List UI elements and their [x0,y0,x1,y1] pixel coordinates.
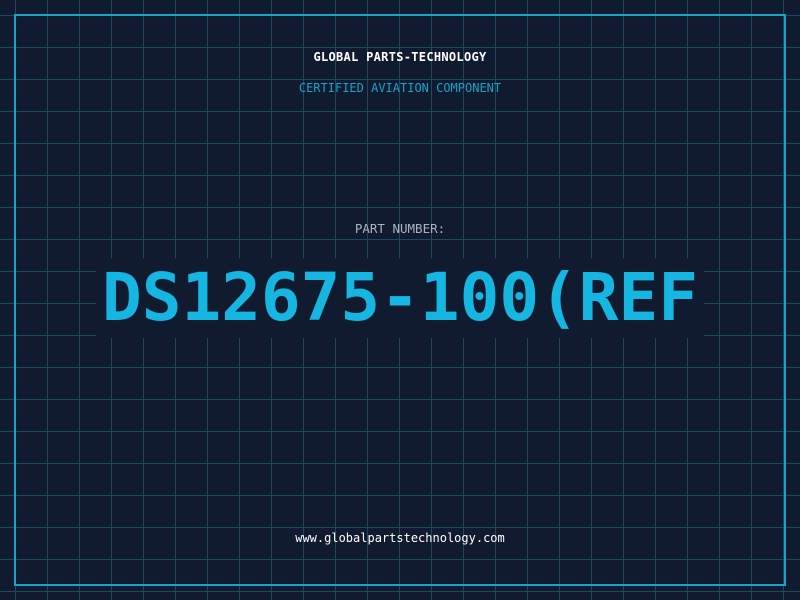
website-url[interactable]: www.globalpartstechnology.com [0,531,800,545]
part-card: GLOBAL PARTS-TECHNOLOGY CERTIFIED AVIATI… [0,0,800,600]
part-number-value: DS12675-100(REF [95,258,705,338]
part-number-container: DS12675-100(REF [0,258,800,338]
subtitle: CERTIFIED AVIATION COMPONENT [298,81,502,95]
part-number-label: PART NUMBER: [354,221,446,236]
company-name: GLOBAL PARTS-TECHNOLOGY [313,50,487,64]
